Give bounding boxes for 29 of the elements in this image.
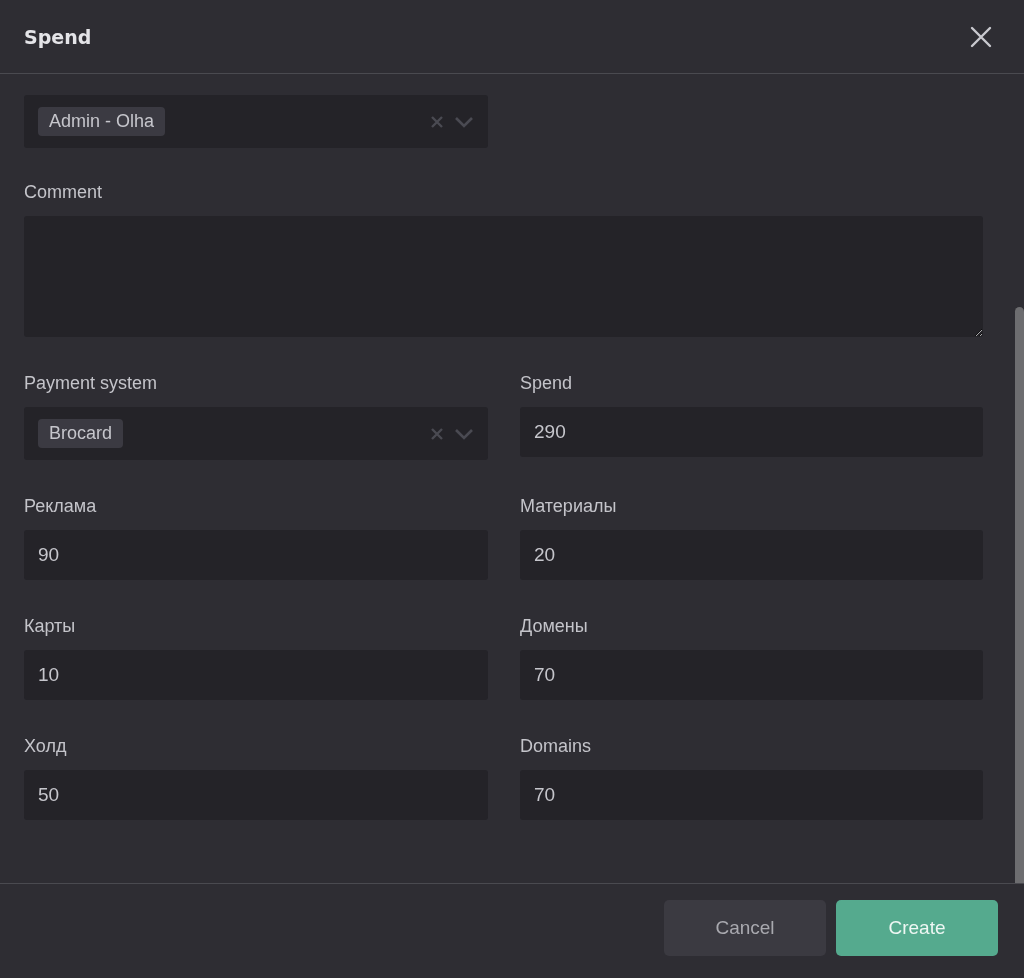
field-label: Холд	[24, 736, 68, 757]
field-label: Payment system	[24, 373, 159, 394]
input-field[interactable]: 10	[24, 650, 488, 700]
chevron-down-icon[interactable]	[454, 427, 474, 440]
input-field[interactable]: 290	[520, 407, 983, 457]
field-label: Материалы	[520, 496, 618, 517]
field-label: Домены	[520, 616, 589, 637]
cancel-button[interactable]: Cancel	[664, 900, 826, 956]
input-field[interactable]: 50	[24, 770, 488, 820]
select-field[interactable]: Admin - Olha	[24, 95, 488, 148]
selected-tag: Admin - Olha	[38, 107, 166, 136]
field-label: Карты	[24, 616, 77, 637]
close-icon[interactable]	[970, 25, 992, 48]
selected-tag: Brocard	[38, 419, 124, 448]
window-title: Spend	[24, 25, 92, 48]
comment-textarea[interactable]	[24, 216, 983, 337]
chevron-down-icon[interactable]	[454, 115, 474, 128]
field-label: Spend	[520, 373, 574, 394]
field-label: Domains	[520, 736, 593, 757]
field-label: Comment	[24, 182, 104, 203]
input-field[interactable]: 90	[24, 530, 488, 580]
clear-icon[interactable]	[430, 426, 444, 441]
scrollbar-thumb[interactable]	[1015, 307, 1024, 883]
clear-icon[interactable]	[430, 114, 444, 129]
input-field[interactable]: 20	[520, 530, 983, 580]
select-field[interactable]: Brocard	[24, 407, 488, 460]
field-label: Реклама	[24, 496, 98, 517]
input-field[interactable]: 70	[520, 650, 983, 700]
input-field[interactable]: 70	[520, 770, 983, 820]
